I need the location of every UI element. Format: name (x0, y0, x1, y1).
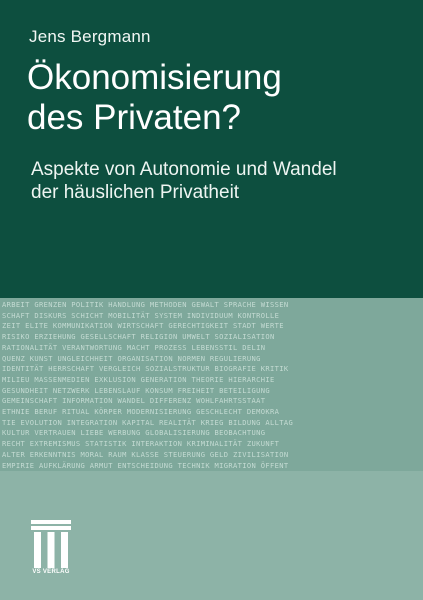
keyword-line: EMPIRIE AUFKLÄRUNG ARMUT ENTSCHEIDUNG TE… (2, 460, 289, 470)
book-title-line: Ökonomisierung (27, 58, 282, 97)
cover-title-panel: Jens Bergmann Ökonomisierung des Private… (0, 0, 423, 298)
vs-verlag-logo-icon (31, 520, 71, 568)
keyword-line: RECHT EXTREMISMUS STATISTIK INTERAKTION … (2, 439, 280, 449)
keyword-line: IDENTITÄT HERRSCHAFT VERGLEICH SOZIALSTR… (2, 364, 289, 374)
book-title: Ökonomisierung des Privaten? (27, 58, 282, 138)
keyword-line: ARBEIT GRENZEN POLITIK HANDLUNG METHODEN… (2, 300, 289, 309)
keyword-line: GESUNDHEIT NETZWERK LEBENSLAUF KONSUM FR… (2, 385, 271, 395)
author-name: Jens Bergmann (29, 27, 151, 46)
keyword-line: ETHNIE BERUF RITUAL KÖRPER MODERNISIERUN… (2, 407, 280, 416)
book-cover: Jens Bergmann Ökonomisierung des Private… (0, 0, 423, 600)
book-subtitle: Aspekte von Autonomie und Wandel der häu… (31, 158, 337, 204)
publisher-name: VS VERLAG (32, 569, 70, 575)
keyword-line: QUENZ KUNST UNGLEICHHEIT ORGANISATION NO… (2, 353, 261, 363)
book-subtitle-line: der häuslichen Privatheit (31, 182, 240, 203)
keyword-line: MILIEU MASSENMEDIEN EXKLUSION GENERATION… (2, 374, 275, 384)
keyword-line: ALTER ERKENNTNIS MORAL RAUM KLASSE STEUE… (2, 449, 289, 459)
keyword-line: GEMEINSCHAFT INFORMATION WANDEL DIFFEREN… (2, 396, 266, 406)
keyword-line: TIE EVOLUTION INTEGRATION KAPITAL REALIT… (2, 417, 294, 427)
keyword-line: SCHAFT DISKURS SCHICHT MOBILITÄT SYSTEM … (2, 310, 280, 320)
keyword-line: KULTUR VERTRAUEN LIEBE WERBUNG GLOBALISI… (2, 428, 266, 438)
book-title-line: des Privaten? (27, 98, 242, 137)
keyword-band: ARBEIT GRENZEN POLITIK HANDLUNG METHODEN… (0, 298, 423, 471)
keyword-line: RISIKO ERZIEHUNG GESELLSCHAFT RELIGION U… (2, 332, 275, 342)
book-subtitle-line: Aspekte von Autonomie und Wandel (31, 159, 337, 180)
keyword-line: ZEIT ELITE KOMMUNIKATION WIRTSCHAFT GERE… (2, 321, 284, 331)
keyword-line: RATIONALITÄT VERANTWORTUNG MACHT PROZESS… (2, 342, 266, 352)
